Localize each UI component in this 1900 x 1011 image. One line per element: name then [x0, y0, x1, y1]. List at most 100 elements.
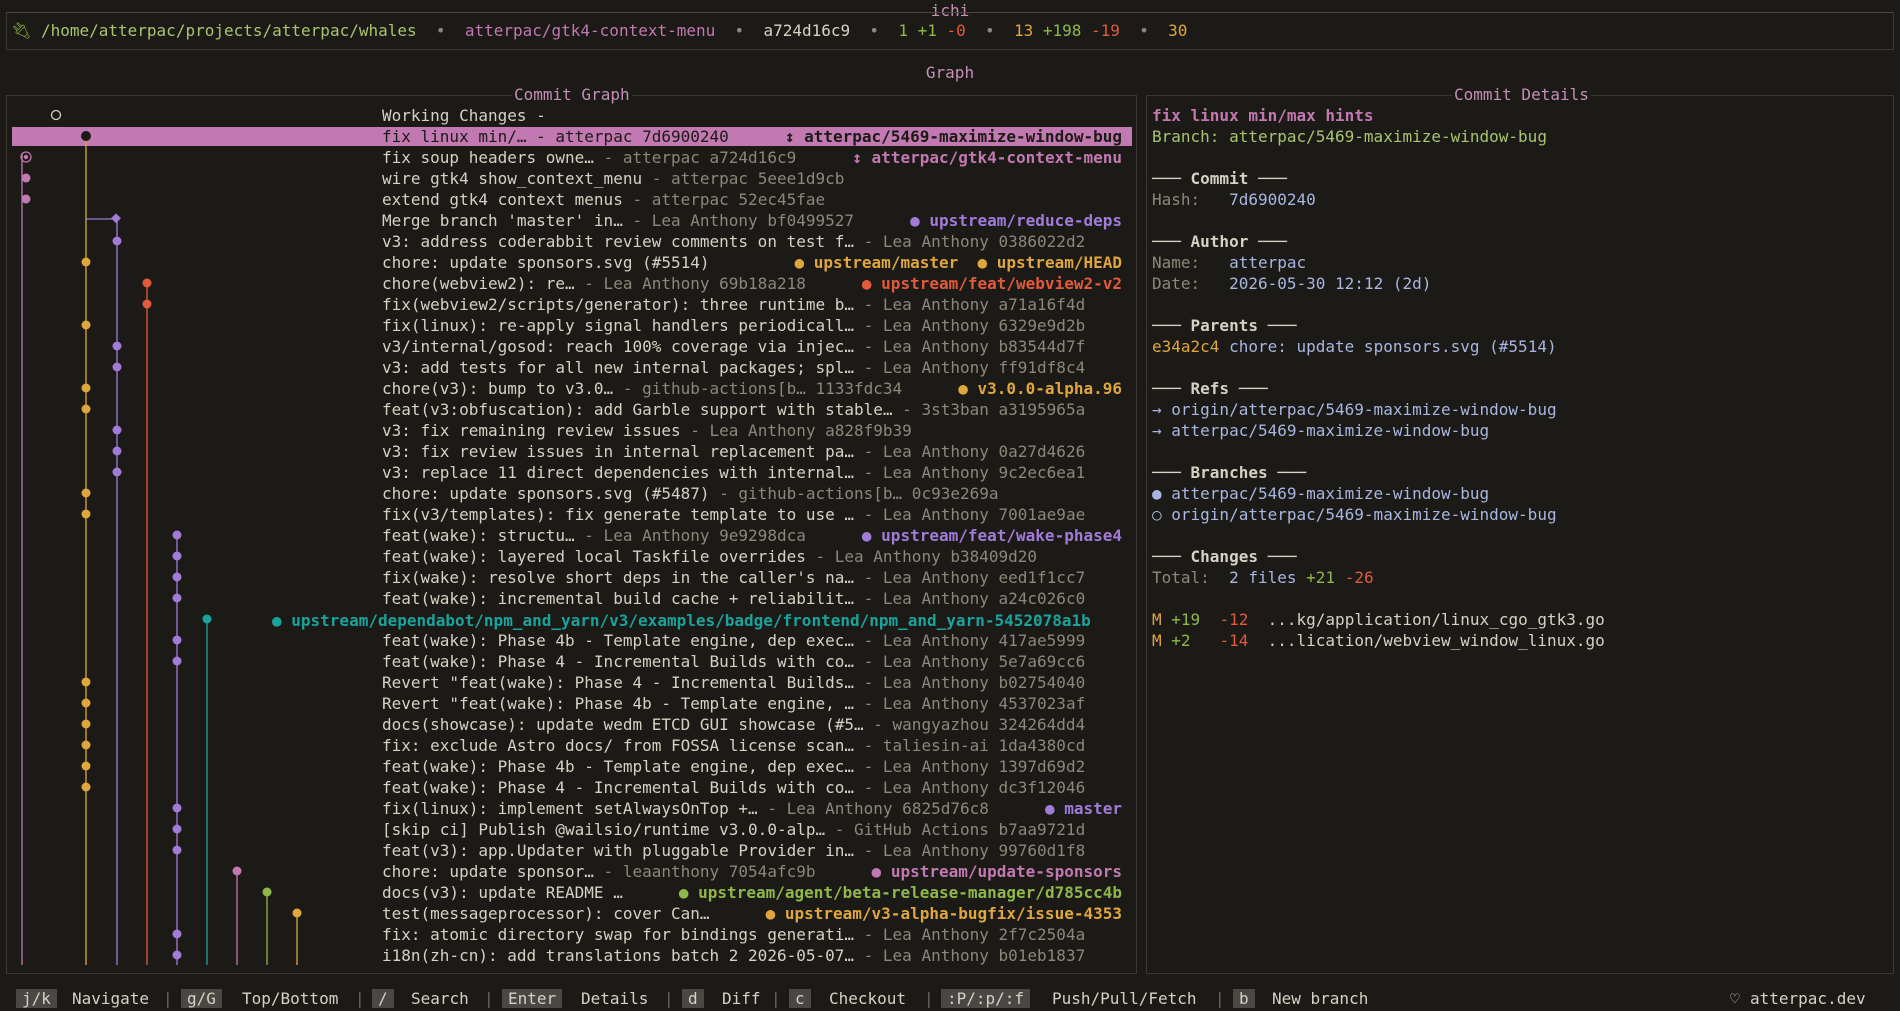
commit-row[interactable]: feat(v3): app.Updater with pluggable Pro… — [382, 840, 1122, 861]
commit-message: feat(v3:obfuscation): add Garble support… — [382, 400, 893, 419]
ref-item[interactable]: → origin/atterpac/5469-maximize-window-b… — [1152, 399, 1557, 420]
hint-label-new-branch: New branch — [1272, 989, 1369, 1008]
commit-row[interactable]: v3/internal/gosod: reach 100% coverage v… — [382, 336, 1122, 357]
commit-row[interactable]: test(messageprocessor): cover Can… ● upst… — [382, 903, 1122, 924]
commit-message: fix(wake): resolve short deps in the cal… — [382, 568, 855, 587]
commit-details-panel[interactable]: Commit Details — [1146, 86, 1894, 974]
total-line: Total: 2 files +21 -26 — [1152, 567, 1374, 588]
commit-author-hash: - Lea Anthony 4537023af — [854, 694, 1086, 713]
changed-file-row[interactable]: M +2 -14 ...lication/webview_window_linu… — [1152, 630, 1605, 651]
commit-row[interactable]: i18n(zh-cn): add translations batch 2 20… — [382, 945, 1122, 966]
ref-item[interactable]: → atterpac/5469-maximize-window-bug — [1152, 420, 1489, 441]
footer-site-link[interactable]: atterpac.dev — [1750, 989, 1866, 1008]
commit-row[interactable]: fix(linux): re-apply signal handlers per… — [382, 315, 1122, 336]
commit-row[interactable]: feat(wake): Phase 4 - Incremental Builds… — [382, 651, 1122, 672]
commit-ref-label[interactable]: ● upstream/agent/beta-release-manager/d7… — [679, 882, 1122, 903]
commit-ref-label[interactable]: ● upstream/master ● upstream/HEAD — [794, 252, 1122, 273]
commit-message: fix(linux): implement setAlwaysOnTop +… — [382, 799, 758, 818]
commit-row[interactable]: fix: atomic directory swap for bindings … — [382, 924, 1122, 945]
commit-row[interactable]: v3: replace 11 direct dependencies with … — [382, 462, 1122, 483]
commit-author-hash: - GitHub Actions b7aa9721d — [825, 820, 1086, 839]
commits-count: 1 — [898, 21, 908, 40]
commit-node — [81, 719, 91, 729]
commit-message: chore: update sponsors.svg (#5514) — [382, 253, 710, 272]
commit-row[interactable]: wire gtk4 show_context_menu - atterpac 5… — [382, 168, 1122, 189]
commit-ref-label[interactable]: ● upstream/reduce-deps — [910, 210, 1122, 231]
commit-row[interactable]: Working Changes - — [382, 105, 1122, 126]
commit-row[interactable]: fix(linux): implement setAlwaysOnTop +… … — [382, 798, 1122, 819]
commit-ref-label[interactable]: ● master — [1045, 798, 1122, 819]
commit-row[interactable]: fix(wake): resolve short deps in the cal… — [382, 567, 1122, 588]
commit-row[interactable]: chore: update sponsors.svg (#5487) - git… — [382, 483, 1122, 504]
hint-key-diff[interactable]: d — [682, 989, 704, 1008]
hint-key-new-branch[interactable]: b — [1233, 989, 1255, 1008]
commit-node — [172, 572, 182, 582]
separator: • — [435, 21, 446, 40]
commit-ref-label[interactable]: ● upstream/update-sponsors — [872, 861, 1122, 882]
commit-row[interactable]: chore(webview2): re… - Lea Anthony 69b18… — [382, 273, 1122, 294]
commit-author-hash: - Lea Anthony a71a16f4d — [854, 295, 1086, 314]
commit-author-hash: - taliesin-ai 1da4380cd — [854, 736, 1086, 755]
commit-node — [112, 446, 122, 456]
commit-ref-label[interactable]: ● upstream/v3-alpha-bugfix/issue-4353 — [766, 903, 1122, 924]
commit-row[interactable]: feat(wake): structu… - Lea Anthony 9e929… — [382, 525, 1122, 546]
commit-row[interactable]: feat(wake): Phase 4 - Incremental Builds… — [382, 777, 1122, 798]
commit-row[interactable]: fix: exclude Astro docs/ from FOSSA lice… — [382, 735, 1122, 756]
commit-message: chore(webview2): re… — [382, 274, 575, 293]
commit-graph-title: Commit Graph — [512, 85, 632, 104]
commit-row[interactable]: [skip ci] Publish @wailsio/runtime v3.0.… — [382, 819, 1122, 840]
commit-row[interactable]: fix(v3/templates): fix generate template… — [382, 504, 1122, 525]
commit-ref-label[interactable]: ● upstream/feat/webview2-v2 — [862, 273, 1122, 294]
commit-row[interactable]: Revert "feat(wake): Phase 4b - Template … — [382, 693, 1122, 714]
commit-row[interactable]: v3: fix remaining review issues - Lea An… — [382, 420, 1122, 441]
commit-node — [172, 929, 182, 939]
commit-row[interactable]: feat(wake): Phase 4b - Template engine, … — [382, 630, 1122, 651]
commit-author-hash: - Lea Anthony b38409d20 — [805, 547, 1038, 566]
hint-key-navigate[interactable]: j/k — [16, 989, 57, 1008]
name-label: Name: — [1152, 253, 1201, 272]
commit-row[interactable]: feat(wake): layered local Taskfile overr… — [382, 546, 1122, 567]
changed-file-row[interactable]: M +19 -12 ...kg/application/linux_cgo_gt… — [1152, 609, 1605, 630]
commit-row[interactable]: extend gtk4 context menus - atterpac 52e… — [382, 189, 1122, 210]
commit-row[interactable]: Revert "feat(wake): Phase 4 - Incrementa… — [382, 672, 1122, 693]
commit-node — [21, 194, 31, 204]
commit-row[interactable]: feat(wake): incremental build cache + re… — [382, 588, 1122, 609]
commit-row[interactable]: v3: address coderabbit review comments o… — [382, 231, 1122, 252]
commit-ref-label[interactable]: ↕ atterpac/gtk4-context-menu — [852, 147, 1122, 168]
commit-row[interactable]: chore(v3): bump to v3.0… - github-action… — [382, 378, 1122, 399]
commit-row[interactable]: feat(v3:obfuscation): add Garble support… — [382, 399, 1122, 420]
file-added: +2 — [1171, 631, 1191, 650]
hint-key-details[interactable]: Enter — [502, 989, 563, 1008]
commit-row[interactable]: feat(wake): Phase 4b - Template engine, … — [382, 756, 1122, 777]
commit-row[interactable]: fix(webview2/scripts/generator): three r… — [382, 294, 1122, 315]
hint-key-search[interactable]: / — [372, 989, 394, 1008]
commit-row[interactable]: Merge branch 'master' in… - Lea Anthony … — [382, 210, 1122, 231]
commit-ref-label[interactable]: ↕ atterpac/5469-maximize-window-bug — [785, 126, 1122, 147]
commit-row[interactable]: docs(showcase): update wedm ETCD GUI sho… — [382, 714, 1122, 735]
commit-node — [172, 530, 182, 540]
hint-key-top-bottom[interactable]: g/G — [181, 989, 222, 1008]
commit-row[interactable]: chore: update sponsors.svg (#5514) ● upst… — [382, 252, 1122, 273]
file-status: M — [1152, 631, 1162, 650]
commit-row[interactable]: v3: add tests for all new internal packa… — [382, 357, 1122, 378]
commit-row[interactable]: fix soup headers owne… - atterpac a724d1… — [382, 147, 1122, 168]
commit-message: feat(wake): layered local Taskfile overr… — [382, 547, 806, 566]
separator: • — [869, 21, 880, 40]
parent-line[interactable]: e34a2c4 chore: update sponsors.svg (#551… — [1152, 336, 1557, 357]
commit-row[interactable]: v3: fix review issues in internal replac… — [382, 441, 1122, 462]
commit-row[interactable]: docs(v3): update README … ● upstream/agen… — [382, 882, 1122, 903]
head-hash: a724d16c9 — [763, 21, 851, 40]
commit-node — [81, 698, 91, 708]
commit-row[interactable]: chore: update sponsor… - leaanthony 7054… — [382, 861, 1122, 882]
hint-key-checkout[interactable]: c — [789, 989, 811, 1008]
commit-author-hash: - atterpac 5eee1d9cb — [642, 169, 845, 188]
commit-ref-label[interactable]: ● upstream/feat/wake-phase4 — [862, 525, 1122, 546]
branch-local-item[interactable]: ● atterpac/5469-maximize-window-bug — [1152, 483, 1489, 504]
branch-remote-item[interactable]: ○ origin/atterpac/5469-maximize-window-b… — [1152, 504, 1557, 525]
behind-count: -0 — [946, 21, 966, 40]
commit-ref-label[interactable]: ● v3.0.0-alpha.96 — [958, 378, 1122, 399]
commit-row[interactable]: fix linux min/… - atterpac 7d6900240 ↕ at… — [382, 126, 1122, 147]
commit-message: chore: update sponsor… — [382, 862, 594, 881]
hint-key-push-pull-fetch[interactable]: :P/:p/:f — [941, 989, 1031, 1008]
commit-author-hash: - Lea Anthony 9e9298dca — [574, 526, 806, 545]
